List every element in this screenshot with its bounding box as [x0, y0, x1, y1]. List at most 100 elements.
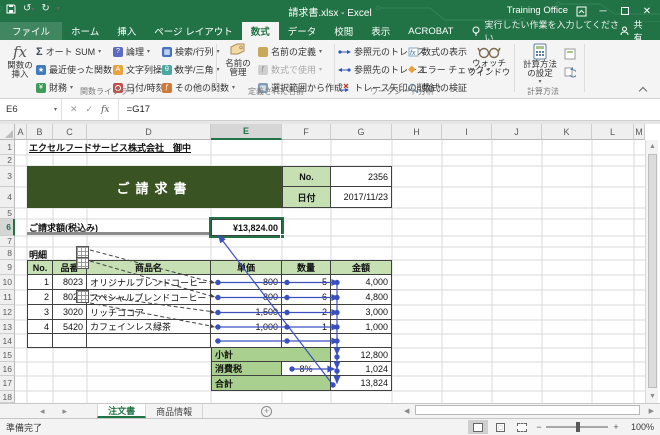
scroll-up-icon[interactable]: ▲ — [649, 143, 656, 150]
table-row[interactable]: 2 — [27, 290, 53, 305]
cell-total-label[interactable]: 合計 — [211, 376, 331, 391]
table-row[interactable]: 4 — [27, 320, 53, 334]
table-row[interactable]: 8023 — [53, 275, 87, 290]
table-row[interactable]: カフェインレス緑茶 — [87, 320, 211, 334]
row-header-5[interactable]: 5 — [0, 208, 15, 219]
tab-acrobat[interactable]: ACROBAT — [399, 22, 462, 40]
row-header-8[interactable]: 8 — [0, 247, 15, 260]
sheet-tab-order[interactable]: 注文書 — [97, 404, 146, 418]
scroll-left-icon[interactable]: ◀ — [400, 407, 409, 415]
formula-input[interactable]: =G17 — [119, 99, 151, 120]
table-row[interactable] — [282, 334, 331, 348]
table-row[interactable]: 4,800 — [331, 290, 392, 305]
cell-no-label[interactable]: No. — [282, 166, 331, 187]
cell-header-amount[interactable]: 金額 — [331, 260, 392, 275]
cell-no-value[interactable]: 2356 — [331, 166, 392, 187]
table-row[interactable]: 2 — [282, 305, 331, 320]
table-row[interactable]: 1,000 — [331, 320, 392, 334]
table-row[interactable]: 3,000 — [331, 305, 392, 320]
table-row[interactable] — [211, 334, 282, 348]
horizontal-scroll-thumb[interactable] — [415, 405, 640, 415]
worksheet-grid[interactable]: エクセルフードサービス株式会社 御中 ご請求書 No. 2356 日付 2017… — [15, 140, 645, 403]
row-header-12[interactable]: 12 — [0, 305, 15, 320]
view-page-layout-icon[interactable] — [490, 420, 510, 434]
row-header-3[interactable]: 3 — [0, 166, 15, 187]
table-row[interactable]: 3020 — [53, 305, 87, 320]
cell-tax-value[interactable]: 1,024 — [331, 362, 392, 376]
column-header-F[interactable]: F — [282, 124, 331, 140]
table-row[interactable]: 5 — [282, 275, 331, 290]
row-header-16[interactable]: 16 — [0, 362, 15, 376]
cell-subtotal-value[interactable]: 12,800 — [331, 348, 392, 362]
name-box[interactable]: E6▾ — [0, 99, 62, 120]
scroll-right-icon[interactable]: ▶ — [649, 407, 658, 415]
cell-header-product[interactable]: 商品名 — [87, 260, 211, 275]
vertical-scroll-thumb[interactable] — [648, 154, 657, 388]
tab-formulas[interactable]: 数式 — [242, 22, 279, 40]
row-header-14[interactable]: 14 — [0, 334, 15, 348]
tab-review[interactable]: 校閲 — [325, 22, 362, 40]
autosum-button[interactable]: Σオート SUM▾ — [36, 43, 101, 60]
cancel-icon[interactable]: ✕ — [70, 104, 78, 115]
column-header-G[interactable]: G — [331, 124, 392, 140]
row-header-4[interactable]: 4 — [0, 187, 15, 208]
insert-function-button[interactable]: fx 関数の挿入 — [2, 43, 38, 85]
table-row[interactable]: 1,500 — [211, 305, 282, 320]
account-name[interactable]: Training Office — [507, 5, 568, 16]
table-row[interactable]: 5420 — [53, 320, 87, 334]
name-manager-button[interactable]: 名前の管理 — [220, 43, 256, 85]
calculate-now-button[interactable] — [564, 45, 576, 62]
table-row[interactable]: 1,000 — [211, 320, 282, 334]
cell-date-label[interactable]: 日付 — [282, 187, 331, 208]
table-row[interactable]: 1 — [27, 275, 53, 290]
row-header-17[interactable]: 17 — [0, 376, 15, 391]
table-row[interactable]: スペシャルブレンドコーヒー — [87, 290, 211, 305]
row-header-10[interactable]: 10 — [0, 275, 15, 290]
cell-tax-label[interactable]: 消費税 — [211, 362, 282, 376]
zoom-slider[interactable] — [546, 426, 608, 428]
share-button[interactable]: 共有 — [620, 22, 660, 40]
view-page-break-icon[interactable] — [512, 420, 532, 434]
cell-invoice-title[interactable]: ご請求書 — [27, 166, 282, 208]
show-formulas-button[interactable]: fx数式の表示 — [408, 43, 467, 60]
cell-header-unit-price[interactable]: 単価 — [211, 260, 282, 275]
column-header-D[interactable]: D — [87, 124, 211, 140]
row-header-7[interactable]: 7 — [0, 236, 15, 247]
table-row[interactable]: 4,000 — [331, 275, 392, 290]
horizontal-scrollbar[interactable]: ◀ ▶ — [400, 404, 658, 417]
tab-insert[interactable]: 挿入 — [108, 22, 145, 40]
tell-me-box[interactable]: 実行したい作業を入力してください — [472, 22, 620, 40]
cell-tax-rate[interactable]: 8% — [282, 362, 331, 376]
cell-detail-label[interactable]: 明細 — [29, 248, 69, 260]
table-row[interactable]: リッチココア — [87, 305, 211, 320]
zoom-in-icon[interactable]: + — [610, 422, 622, 432]
table-row[interactable]: オリジナルブレンドコーヒー — [87, 275, 211, 290]
collapse-ribbon-icon[interactable] — [640, 88, 646, 94]
row-header-9[interactable]: 9 — [0, 260, 15, 275]
tab-page-layout[interactable]: ページ レイアウト — [145, 22, 241, 40]
cell-date-value[interactable]: 2017/11/23 — [331, 187, 392, 208]
cell-header-no[interactable]: No. — [27, 260, 53, 275]
row-header-2[interactable]: 2 — [0, 155, 15, 166]
tab-home[interactable]: ホーム — [62, 22, 108, 40]
tab-data[interactable]: データ — [279, 22, 326, 40]
row-header-1[interactable]: 1 — [0, 140, 15, 155]
column-header-I[interactable]: I — [442, 124, 492, 140]
fill-handle[interactable] — [280, 234, 285, 239]
table-row[interactable]: 800 — [211, 275, 282, 290]
row-header-6[interactable]: 6 — [0, 219, 15, 236]
table-row[interactable]: 1 — [282, 320, 331, 334]
insert-function-icon[interactable]: fx — [101, 105, 109, 115]
sheet-tab-product-info[interactable]: 商品情報 — [146, 404, 203, 418]
column-header-K[interactable]: K — [542, 124, 592, 140]
use-in-formula-button[interactable]: ƒ数式で使用▾ — [258, 61, 322, 78]
column-header-H[interactable]: H — [392, 124, 442, 140]
row-header-11[interactable]: 11 — [0, 290, 15, 305]
table-row[interactable]: 6 — [282, 290, 331, 305]
cell-recipient[interactable]: エクセルフードサービス株式会社 御中 — [29, 141, 229, 154]
math-trig-button[interactable]: θ数学/三角▾ — [162, 61, 220, 78]
row-header-18[interactable]: 18 — [0, 391, 15, 403]
table-row[interactable]: 800 — [211, 290, 282, 305]
tab-view[interactable]: 表示 — [362, 22, 399, 40]
watch-window-button[interactable]: ウォッチウィンドウ — [466, 43, 512, 85]
